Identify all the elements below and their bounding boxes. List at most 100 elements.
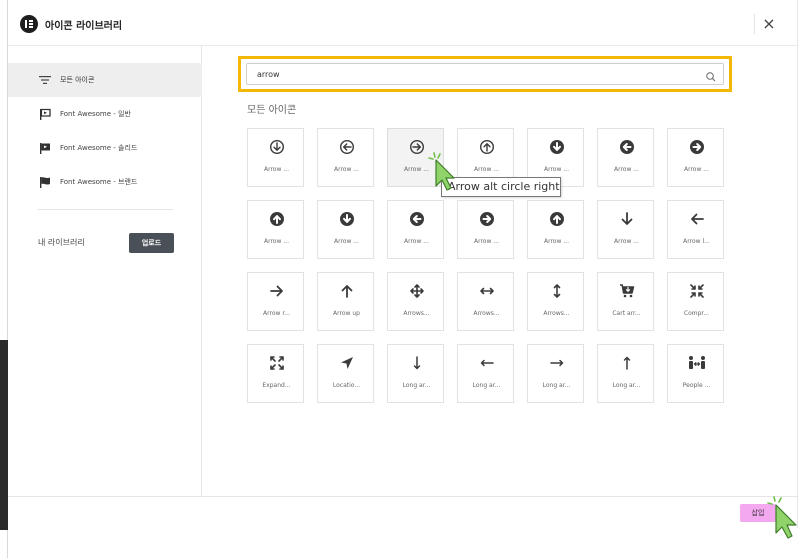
location-arrow-icon bbox=[318, 355, 375, 371]
arrow-circle-down-icon bbox=[318, 211, 375, 227]
long-arrow-up-icon bbox=[598, 355, 655, 371]
icon-tile[interactable]: Expand... bbox=[247, 344, 304, 403]
modal-header: 아이콘 라이브러리 × bbox=[8, 0, 798, 46]
icon-tile-label: Arrow ... bbox=[333, 166, 359, 173]
icon-tile-label: Arrow up bbox=[333, 310, 360, 317]
close-icon[interactable]: × bbox=[760, 15, 778, 33]
arrow-circle-right-icon bbox=[458, 211, 515, 227]
icon-tile-label: Long ar... bbox=[542, 382, 571, 389]
icon-tile[interactable]: People ... bbox=[667, 344, 724, 403]
icon-tile-label: Arrow ... bbox=[473, 238, 499, 245]
sidebar-item-label: 모든 아이콘 bbox=[60, 76, 95, 84]
icon-tile[interactable]: Arrow up bbox=[317, 272, 374, 331]
header-divider bbox=[754, 14, 755, 34]
menu-lines-icon bbox=[38, 73, 52, 87]
arrows-move-icon bbox=[388, 283, 445, 299]
icon-tile-label: Cart arr... bbox=[612, 310, 641, 317]
arrow-alt-circle-right-icon bbox=[388, 139, 445, 155]
icon-tile[interactable]: Locatio... bbox=[317, 344, 374, 403]
arrow-circle-left-icon bbox=[598, 139, 655, 155]
icon-tile[interactable]: Arrow l... bbox=[667, 200, 724, 259]
arrow-alt-circle-left-icon bbox=[318, 139, 375, 155]
icon-tile[interactable]: Arrow ... bbox=[597, 128, 654, 187]
icon-tile-label: Arrows... bbox=[403, 310, 430, 317]
sidebar: 모든 아이콘 Font Awesome - 일반 Font Awesome - … bbox=[8, 46, 202, 496]
flag-solid-icon bbox=[38, 141, 52, 155]
icon-tile[interactable]: Arrow r... bbox=[247, 272, 304, 331]
icon-tile-label: Arrow ... bbox=[613, 166, 639, 173]
icon-tile[interactable]: Arrows... bbox=[387, 272, 444, 331]
icon-tile-label: Long ar... bbox=[612, 382, 641, 389]
icon-tile[interactable]: Arrows... bbox=[527, 272, 584, 331]
compress-arrows-icon bbox=[668, 283, 725, 299]
arrow-circle-down-icon bbox=[528, 139, 585, 155]
icon-tile-label: Arrows... bbox=[473, 310, 500, 317]
icon-tile-label: Arrow ... bbox=[403, 238, 429, 245]
icon-tile[interactable]: Arrow ... bbox=[247, 128, 304, 187]
upload-button[interactable]: 업로드 bbox=[129, 233, 174, 253]
people-arrows-icon bbox=[668, 355, 725, 371]
insert-button[interactable]: 삽입 bbox=[740, 504, 776, 522]
arrow-alt-circle-up-icon bbox=[458, 139, 515, 155]
sidebar-item-all-icons[interactable]: 모든 아이콘 bbox=[8, 63, 202, 97]
arrow-down-icon bbox=[598, 211, 655, 227]
search-input[interactable] bbox=[247, 64, 697, 84]
flag-brand-icon bbox=[38, 175, 52, 189]
arrows-horizontal-icon bbox=[458, 283, 515, 299]
icon-tile[interactable]: Long ar... bbox=[527, 344, 584, 403]
arrow-circle-up-icon bbox=[248, 211, 305, 227]
my-library-label: 내 라이브러리 bbox=[38, 238, 85, 247]
flag-outline-icon bbox=[38, 107, 52, 121]
icon-tile[interactable]: Arrow ... bbox=[597, 200, 654, 259]
icon-tile[interactable]: Long ar... bbox=[597, 344, 654, 403]
modal-footer bbox=[8, 496, 798, 528]
icon-tile-label: Arrow l... bbox=[683, 238, 710, 245]
icon-tile-label: Arrow ... bbox=[543, 238, 569, 245]
background-window-dark-area bbox=[0, 340, 8, 530]
icon-tile[interactable]: Arrow ... bbox=[247, 200, 304, 259]
arrow-left-icon bbox=[668, 211, 725, 227]
icon-tile[interactable]: Compr... bbox=[667, 272, 724, 331]
icon-tile-label: Arrow r... bbox=[263, 310, 290, 317]
sidebar-item-fa-regular[interactable]: Font Awesome - 일반 bbox=[8, 97, 202, 131]
section-title: 모든 아이콘 bbox=[247, 105, 297, 116]
icon-tile-label: Arrow ... bbox=[263, 166, 289, 173]
elementor-logo-icon bbox=[20, 15, 38, 33]
sidebar-divider bbox=[38, 209, 173, 210]
icon-tile-label: Arrow ... bbox=[403, 166, 429, 173]
icon-tile[interactable]: Arrow ... bbox=[667, 128, 724, 187]
icon-tile-label: Long ar... bbox=[402, 382, 431, 389]
arrows-vertical-icon bbox=[528, 283, 585, 299]
icon-tile[interactable]: Arrow ... bbox=[457, 200, 514, 259]
arrow-circle-right-icon bbox=[668, 139, 725, 155]
icon-tile[interactable]: Arrow ... bbox=[317, 128, 374, 187]
sidebar-item-fa-brands[interactable]: Font Awesome - 브랜드 bbox=[8, 165, 202, 199]
icon-tile[interactable]: Arrows... bbox=[457, 272, 514, 331]
expand-arrows-icon bbox=[248, 355, 305, 371]
icon-tile[interactable]: Arrow ... bbox=[317, 200, 374, 259]
sidebar-item-label: Font Awesome - 일반 bbox=[60, 110, 131, 118]
icon-tile-label: Arrows... bbox=[543, 310, 570, 317]
search-icon[interactable] bbox=[705, 68, 717, 82]
icon-tile-label: Arrow ... bbox=[613, 238, 639, 245]
cart-arrow-down-icon bbox=[598, 283, 655, 299]
icon-tile[interactable]: Long ar... bbox=[457, 344, 514, 403]
icon-tooltip: Arrow alt circle right bbox=[441, 177, 561, 197]
arrow-up-icon bbox=[318, 283, 375, 299]
long-arrow-right-icon bbox=[528, 355, 585, 371]
icon-tile-label: Arrow ... bbox=[473, 166, 499, 173]
icon-tile-label: Arrow ... bbox=[683, 166, 709, 173]
long-arrow-down-icon bbox=[388, 355, 445, 371]
arrow-alt-circle-down-icon bbox=[248, 139, 305, 155]
long-arrow-left-icon bbox=[458, 355, 515, 371]
arrow-right-icon bbox=[248, 283, 305, 299]
icon-tile[interactable]: Arrow ... bbox=[527, 200, 584, 259]
icon-tile[interactable]: Long ar... bbox=[387, 344, 444, 403]
sidebar-item-label: Font Awesome - 브랜드 bbox=[60, 178, 138, 186]
icon-tile[interactable]: Arrow ... bbox=[387, 200, 444, 259]
icon-tile-label: Arrow ... bbox=[543, 166, 569, 173]
arrow-circle-left-icon bbox=[388, 211, 445, 227]
sidebar-item-fa-solid[interactable]: Font Awesome - 솔리드 bbox=[8, 131, 202, 165]
icon-tile[interactable]: Cart arr... bbox=[597, 272, 654, 331]
icon-tile[interactable]: Arrow ... bbox=[387, 128, 444, 187]
